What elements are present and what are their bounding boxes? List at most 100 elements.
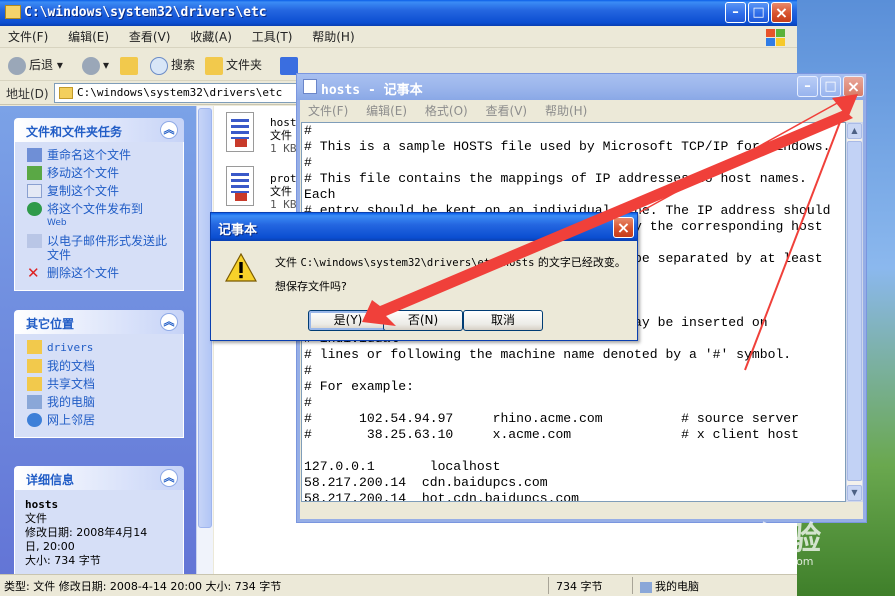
scroll-up-icon[interactable]: ▲ [847, 123, 862, 139]
status-location: 我的电脑 [640, 578, 699, 594]
scroll-down-icon[interactable]: ▼ [847, 485, 862, 501]
collapse-chevron-icon[interactable]: ︽ [160, 313, 178, 331]
file-tasks-body: 重命名这个文件 移动这个文件 复制这个文件 将这个文件发布到 Web 以电子邮件形… [14, 142, 184, 291]
collapse-chevron-icon[interactable]: ︽ [160, 469, 178, 487]
save-changes-dialog: 记事本 × 文件 C:\windows\system32\drivers\etc… [210, 212, 638, 341]
status-size: 734 字节 [556, 580, 603, 593]
msg-suffix: 的文字已经改变。 [534, 256, 626, 269]
file-item-hosts[interactable]: host 文件 1 KB [270, 116, 297, 155]
menu-tools[interactable]: 工具(T) [244, 26, 301, 48]
notepad-maximize-button[interactable]: □ [820, 76, 841, 97]
panel-title: 其它位置 [26, 317, 75, 331]
explorer-title: C:\windows\system32\drivers\etc [24, 5, 267, 20]
status-divider [548, 577, 549, 594]
other-places-header[interactable]: 其它位置 ︽ [14, 310, 184, 334]
file-type: 文件 [270, 129, 292, 142]
task-sublabel: Web [47, 218, 67, 228]
watermark-url: jingyan.baidu.com [712, 555, 814, 568]
task-publish[interactable]: 将这个文件发布到 Web [27, 202, 175, 230]
computer-icon [640, 581, 652, 593]
back-button[interactable]: 后退 ▾ [8, 55, 63, 75]
place-my-documents[interactable]: 我的文档 [27, 359, 175, 373]
details-panel: 详细信息 ︽ hosts 文件 修改日期: 2008年4月14 日, 20:00… [14, 466, 184, 574]
task-move[interactable]: 移动这个文件 [27, 166, 175, 180]
menu-edit[interactable]: 编辑(E) [60, 26, 117, 48]
folder-icon [59, 87, 73, 99]
place-drivers[interactable]: drivers [27, 340, 175, 355]
task-copy[interactable]: 复制这个文件 [27, 184, 175, 198]
yes-button[interactable]: 是(Y) [308, 310, 388, 331]
notepad-icon [303, 79, 317, 94]
dialog-message-line: 文件 C:\windows\system32\drivers\etc\hosts… [275, 251, 626, 275]
file-page [226, 166, 254, 206]
rename-icon [27, 148, 42, 162]
details-filename: hosts [25, 498, 59, 511]
np-menu-view[interactable]: 查看(V) [479, 100, 535, 122]
place-label: 我的电脑 [47, 395, 96, 409]
scroll-thumb[interactable] [847, 141, 862, 481]
cancel-button[interactable]: 取消 [463, 310, 543, 331]
status-divider [632, 577, 633, 594]
task-delete[interactable]: ✕ 删除这个文件 [27, 266, 175, 281]
dialog-titlebar[interactable]: 记事本 × [211, 213, 637, 241]
place-label: 网上邻居 [47, 413, 96, 427]
task-pane: 文件和文件夹任务 ︽ 重命名这个文件 移动这个文件 复制这个文件 将这个文件发布… [0, 106, 196, 574]
file-type: 文件 [270, 185, 292, 198]
file-tasks-header[interactable]: 文件和文件夹任务 ︽ [14, 118, 184, 142]
details-body: hosts 文件 修改日期: 2008年4月14 日, 20:00 大小: 73… [14, 490, 184, 574]
explorer-titlebar[interactable]: C:\windows\system32\drivers\etc – □ × [0, 0, 797, 26]
other-places-panel: 其它位置 ︽ drivers 我的文档 共享文档 我的电脑 网上邻居 [14, 310, 184, 438]
maximize-button[interactable]: □ [748, 2, 769, 23]
menu-help[interactable]: 帮助(H) [304, 26, 362, 48]
msg-path: C:\windows\system32\drivers\etc\hosts [300, 257, 535, 269]
task-label: 移动这个文件 [47, 166, 120, 180]
notepad-vertical-scrollbar[interactable]: ▲ ▼ [846, 122, 863, 502]
notepad-minimize-button[interactable]: – [797, 76, 818, 97]
notepad-menubar: 文件(F) 编辑(E) 格式(O) 查看(V) 帮助(H) [301, 100, 863, 122]
np-menu-help[interactable]: 帮助(H) [538, 100, 594, 122]
notepad-titlebar[interactable]: hosts - 记事本 – □ × [297, 74, 866, 100]
folders-label: 文件夹 [226, 58, 263, 72]
minimize-button[interactable]: – [725, 2, 746, 23]
task-email[interactable]: 以电子邮件形式发送此文件 [27, 234, 175, 262]
address-label: 地址(D) [6, 87, 49, 101]
task-rename[interactable]: 重命名这个文件 [27, 148, 175, 162]
dialog-title: 记事本 [218, 223, 258, 238]
views-button[interactable] [280, 55, 301, 75]
address-path: C:\windows\system32\drivers\etc [77, 86, 283, 99]
file-item-protocol[interactable]: prot 文件 1 KB [270, 172, 297, 211]
hosts-file-icon[interactable] [222, 112, 258, 156]
no-button[interactable]: 否(N) [383, 310, 463, 331]
np-menu-format[interactable]: 格式(O) [418, 100, 475, 122]
task-label: 复制这个文件 [47, 184, 120, 198]
notepad-close-button[interactable]: × [843, 76, 864, 97]
np-menu-file[interactable]: 文件(F) [301, 100, 355, 122]
explorer-menubar: 文件(F) 编辑(E) 查看(V) 收藏(A) 工具(T) 帮助(H) [0, 26, 797, 48]
status-bar: 类型: 文件 修改日期: 2008-4-14 20:00 大小: 734 字节 … [0, 574, 797, 596]
protocol-file-icon[interactable] [222, 166, 258, 210]
menu-view[interactable]: 查看(V) [121, 26, 179, 48]
my-documents-icon [27, 359, 42, 373]
close-button[interactable]: × [771, 2, 792, 23]
watermark-brand: Bai 经验 [684, 519, 823, 557]
search-label: 搜索 [171, 58, 196, 72]
np-menu-edit[interactable]: 编辑(E) [359, 100, 414, 122]
place-shared-documents[interactable]: 共享文档 [27, 377, 175, 391]
up-folder-button[interactable] [120, 55, 141, 75]
folders-icon [205, 56, 223, 75]
collapse-chevron-icon[interactable]: ︽ [160, 121, 178, 139]
views-icon [280, 56, 298, 75]
search-button[interactable]: 搜索 [150, 55, 195, 75]
forward-button[interactable]: ▾ [82, 55, 109, 75]
dialog-close-button[interactable]: × [613, 217, 634, 238]
copy-icon [27, 184, 42, 198]
status-location-label: 我的电脑 [655, 580, 699, 593]
computer-icon [27, 395, 42, 409]
dialog-message: 文件 C:\windows\system32\drivers\etc\hosts… [275, 251, 626, 299]
menu-file[interactable]: 文件(F) [0, 26, 56, 48]
details-header[interactable]: 详细信息 ︽ [14, 466, 184, 490]
folders-button[interactable]: 文件夹 [205, 55, 262, 75]
place-my-computer[interactable]: 我的电脑 [27, 395, 175, 409]
menu-favorites[interactable]: 收藏(A) [182, 26, 240, 48]
place-network[interactable]: 网上邻居 [27, 413, 175, 427]
